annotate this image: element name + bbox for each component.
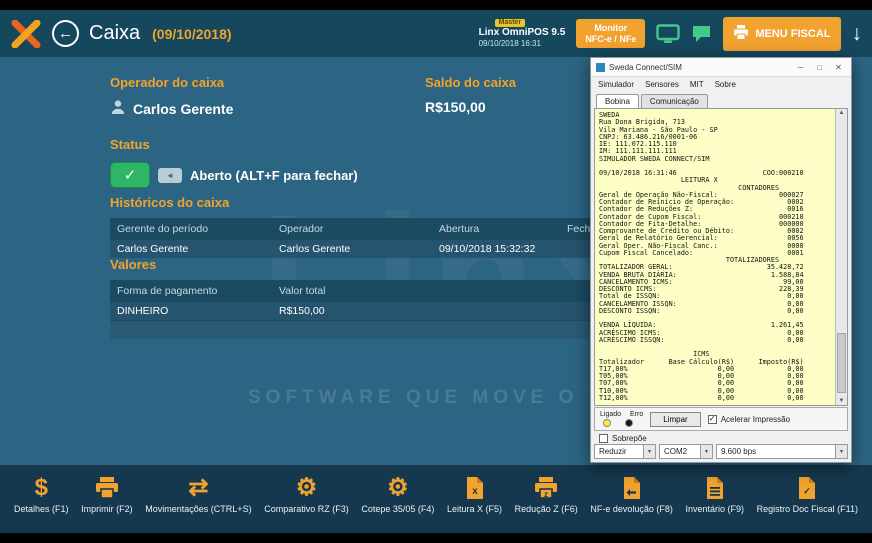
minimize-icon[interactable]: ─ — [793, 63, 808, 72]
sobrepoe-checkbox[interactable]: Sobrepõe — [599, 434, 647, 443]
gear-icon: ⚙ — [295, 474, 318, 501]
back-arrow-icon: ← — [58, 25, 73, 42]
menu-mit[interactable]: MIT — [690, 80, 704, 89]
menu-sensores[interactable]: Sensores — [645, 80, 679, 89]
sweda-app-icon — [596, 62, 605, 72]
receipt-scrollbar[interactable]: ▲ ▼ — [835, 109, 847, 405]
scroll-down-icon[interactable]: ▼ — [836, 398, 847, 404]
toolbar-item-reducao-z[interactable]: z Redução Z (F6) — [515, 472, 578, 514]
linx-logo — [10, 19, 42, 48]
com-port-select[interactable]: COM2 ▼ — [659, 444, 713, 459]
gear-icon: ⚙ — [387, 474, 409, 501]
bottom-toolbar: $ Detalhes (F1) Imprimir (F2) ⇄ Moviment… — [0, 465, 872, 533]
sweda-menubar: Simulador Sensores MIT Sobre — [591, 77, 851, 92]
saldo-heading: Saldo do caixa — [425, 75, 517, 90]
status-led-box: Ligado Erro Limpar ✓ Acelerar Impressão — [594, 407, 848, 431]
scroll-up-icon[interactable]: ▲ — [836, 110, 847, 116]
limpar-button[interactable]: Limpar — [650, 411, 701, 427]
scrollbar-thumb[interactable] — [837, 333, 846, 393]
app-datetime: 09/10/2018 16:31 — [478, 38, 541, 48]
topbar: ← Caixa (09/10/2018) Master Linx OmniPOS… — [0, 10, 872, 57]
printer-icon — [733, 24, 749, 43]
back-button[interactable]: ← — [52, 20, 79, 47]
operador-value: Carlos Gerente — [133, 100, 234, 117]
chat-icon[interactable] — [691, 24, 712, 43]
erro-label: Erro — [630, 411, 644, 418]
document-x-icon: x — [465, 472, 485, 500]
check-icon: ✓ — [123, 167, 137, 184]
dollar-icon: $ — [34, 474, 48, 501]
acelerar-checkbox[interactable]: ✓ Acelerar Impressão — [707, 414, 790, 424]
toolbar-item-imprimir[interactable]: Imprimir (F2) — [81, 472, 133, 514]
tab-comunicacao[interactable]: Comunicação — [640, 94, 708, 108]
transfer-arrows-icon: ⇄ — [188, 474, 209, 501]
status-heading: Status — [110, 137, 150, 152]
close-icon[interactable]: ✕ — [831, 63, 846, 72]
baud-rate-select[interactable]: 9.600 bps ▼ — [716, 444, 848, 459]
chevron-down-icon: ▼ — [835, 445, 847, 458]
caixa-open-toggle-button[interactable]: ✓ — [110, 162, 150, 188]
monitor-nfce-button[interactable]: Monitor NFC-e / NFe — [576, 18, 646, 49]
saldo-value: R$150,00 — [425, 99, 486, 115]
status-section: Status ✓ ◄ Aberto (ALT+F para fechar) — [110, 137, 358, 188]
page-title: Caixa — [89, 22, 141, 44]
tab-bobina[interactable]: Bobina — [596, 94, 639, 108]
monitor-icon[interactable] — [656, 23, 681, 44]
toolbar-item-detalhes[interactable]: $ Detalhes (F1) — [14, 472, 69, 515]
toolbar-item-cotepe[interactable]: ⚙ Cotepe 35/05 (F4) — [361, 472, 434, 515]
reduzir-select[interactable]: Reduzir ▼ — [594, 444, 656, 459]
menu-simulador[interactable]: Simulador — [598, 80, 634, 89]
master-badge: Master — [494, 19, 526, 28]
sweda-titlebar[interactable]: Sweda Connect/SIM ─ □ ✕ — [591, 58, 851, 77]
toolbar-item-registro-doc-fiscal[interactable]: ✓ Registro Doc Fiscal (F11) — [757, 472, 858, 514]
checkbox-checked-icon: ✓ — [707, 414, 717, 424]
topbar-right: Master Linx OmniPOS 9.5 09/10/2018 16:31… — [478, 16, 863, 51]
printer-z-icon: z — [533, 472, 559, 500]
svg-text:z: z — [544, 490, 548, 499]
chevron-down-icon: ▼ — [643, 445, 655, 458]
ligado-label: Ligado — [600, 411, 622, 418]
toolbar-item-comparativo-rz[interactable]: ⚙ Comparativo RZ (F3) — [264, 472, 349, 515]
toolbar-item-nfe-devolucao[interactable]: NF-e devolução (F8) — [590, 472, 673, 514]
toolbar-item-inventario[interactable]: Inventário (F9) — [685, 472, 744, 514]
toolbar-item-leitura-x[interactable]: x Leitura X (F5) — [447, 472, 502, 514]
user-icon — [110, 99, 126, 118]
printer-icon — [94, 472, 120, 500]
checkbox-unchecked-icon — [599, 434, 608, 443]
maximize-icon[interactable]: □ — [812, 63, 827, 72]
status-value: Aberto (ALT+F para fechar) — [190, 167, 358, 183]
app-info: Master Linx OmniPOS 9.5 09/10/2018 16:31 — [478, 19, 566, 48]
ligado-led — [603, 419, 611, 427]
sweda-controls: Ligado Erro Limpar ✓ Acelerar Impressão … — [594, 407, 848, 459]
app-name: Linx OmniPOS 9.5 — [478, 27, 566, 39]
receipt-text: SWEDA Rua Dona Brígida, 713 Vila Mariana… — [599, 111, 804, 402]
document-return-icon — [622, 472, 642, 500]
svg-text:✓: ✓ — [804, 486, 812, 496]
operador-section: Operador do caixa Carlos Gerente — [110, 75, 233, 118]
svg-text:x: x — [472, 486, 478, 497]
sweda-window: Sweda Connect/SIM ─ □ ✕ Simulador Sensor… — [590, 57, 852, 463]
down-arrow-icon[interactable]: ↓ — [852, 23, 863, 44]
document-icon: ✓ — [797, 472, 817, 500]
led-group: Ligado Erro — [600, 411, 643, 427]
sweda-tabstrip: Bobina Comunicação — [591, 92, 851, 108]
receipt-area: SWEDA Rua Dona Brígida, 713 Vila Mariana… — [594, 108, 848, 406]
operador-heading: Operador do caixa — [110, 75, 225, 90]
connection-settings-row: Reduzir ▼ COM2 ▼ 9.600 bps ▼ — [594, 444, 848, 459]
clipboard-icon — [705, 472, 725, 500]
page-date: (09/10/2018) — [152, 25, 232, 42]
status-toggle[interactable]: ◄ — [158, 167, 182, 183]
erro-led — [625, 419, 633, 427]
chevron-down-icon: ▼ — [700, 445, 712, 458]
screen: ← Caixa (09/10/2018) Master Linx OmniPOS… — [0, 0, 872, 543]
toolbar-item-movimentacoes[interactable]: ⇄ Movimentações (CTRL+S) — [145, 472, 251, 515]
sweda-window-title: Sweda Connect/SIM — [609, 62, 682, 72]
toggle-arrow-icon: ◄ — [166, 170, 174, 180]
menu-fiscal-button[interactable]: MENU FISCAL — [723, 16, 841, 51]
saldo-section: Saldo do caixa R$150,00 — [425, 75, 516, 115]
menu-sobre[interactable]: Sobre — [715, 80, 736, 89]
